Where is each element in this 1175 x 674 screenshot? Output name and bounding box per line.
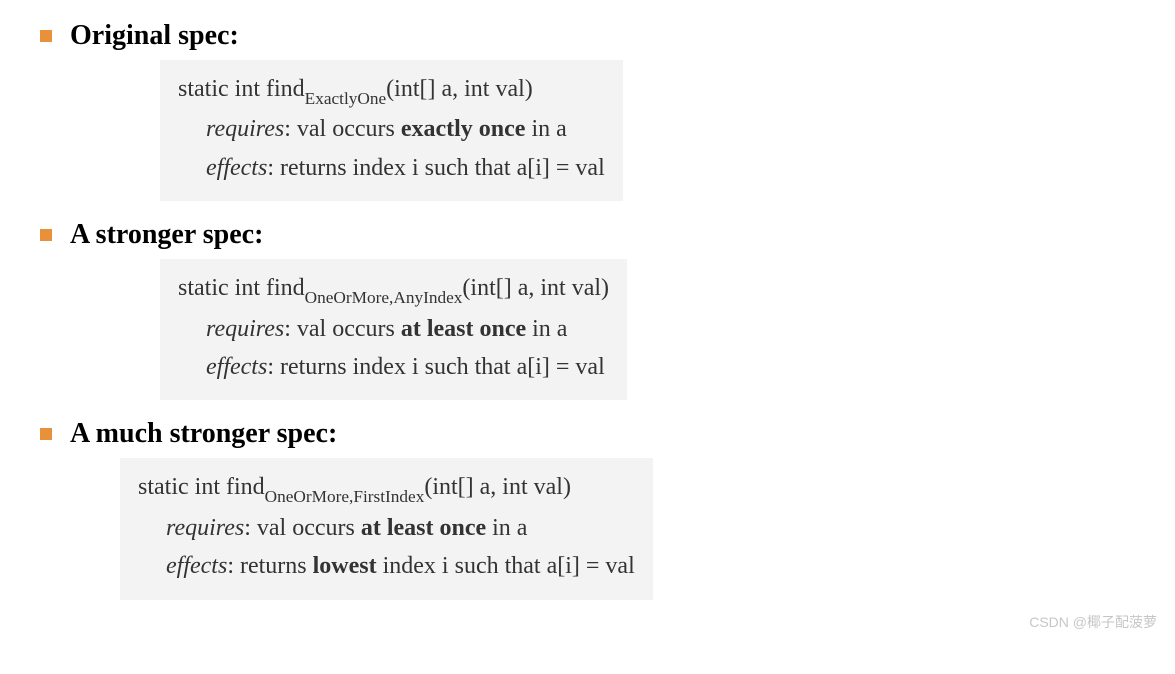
bullet-row: A much stronger spec: bbox=[40, 418, 1135, 450]
bullet-row: A stronger spec: bbox=[40, 219, 1135, 251]
sig-prefix: static int find bbox=[178, 76, 305, 102]
effects-post: index i such that a[i] = val bbox=[377, 553, 635, 579]
effects-pre: : returns bbox=[267, 354, 352, 380]
sig-subscript: OneOrMore,FirstIndex bbox=[265, 487, 425, 506]
sig-subscript: ExactlyOne bbox=[305, 89, 387, 108]
sig-suffix: (int[] a, int val) bbox=[386, 76, 533, 102]
sig-suffix: (int[] a, int val) bbox=[424, 474, 571, 500]
signature-line: static int findExactlyOne(int[] a, int v… bbox=[178, 70, 605, 110]
effects-label: effects bbox=[206, 155, 267, 181]
bullet-icon bbox=[40, 428, 52, 440]
section-heading: A stronger spec: bbox=[70, 219, 263, 251]
section-heading: Original spec: bbox=[70, 20, 239, 52]
signature-line: static int findOneOrMore,FirstIndex(int[… bbox=[138, 468, 635, 508]
requires-post: in a bbox=[525, 116, 566, 142]
effects-line: effects: returns index i such that a[i] … bbox=[178, 149, 605, 187]
code-block: static int findOneOrMore,FirstIndex(int[… bbox=[120, 458, 653, 599]
effects-pre: : returns bbox=[267, 155, 352, 181]
requires-label: requires bbox=[206, 316, 284, 342]
effects-bold: lowest bbox=[313, 553, 377, 579]
effects-line: effects: returns lowest index i such tha… bbox=[138, 547, 635, 585]
sig-prefix: static int find bbox=[138, 474, 265, 500]
effects-label: effects bbox=[166, 553, 227, 579]
requires-line: requires: val occurs at least once in a bbox=[138, 509, 635, 547]
requires-post: in a bbox=[526, 316, 567, 342]
section-heading: A much stronger spec: bbox=[70, 418, 337, 450]
sig-prefix: static int find bbox=[178, 275, 305, 301]
sig-subscript: OneOrMore,AnyIndex bbox=[305, 288, 463, 307]
effects-line: effects: returns index i such that a[i] … bbox=[178, 348, 609, 386]
effects-label: effects bbox=[206, 354, 267, 380]
spec-section: A stronger spec: static int findOneOrMore… bbox=[40, 219, 1135, 400]
requires-pre: : val occurs bbox=[244, 515, 361, 541]
requires-post: in a bbox=[486, 515, 527, 541]
sig-suffix: (int[] a, int val) bbox=[462, 275, 609, 301]
spec-section: Original spec: static int findExactlyOne(… bbox=[40, 20, 1135, 201]
bullet-row: Original spec: bbox=[40, 20, 1135, 52]
requires-pre: : val occurs bbox=[284, 116, 401, 142]
requires-label: requires bbox=[166, 515, 244, 541]
requires-pre: : val occurs bbox=[284, 316, 401, 342]
requires-bold: exactly once bbox=[401, 116, 526, 142]
code-block: static int findOneOrMore,AnyIndex(int[] … bbox=[160, 259, 627, 400]
spec-section: A much stronger spec: static int findOneO… bbox=[40, 418, 1135, 599]
effects-pre: : returns bbox=[227, 553, 312, 579]
watermark: CSDN @椰子配菠萝 bbox=[1029, 612, 1157, 632]
effects-post: index i such that a[i] = val bbox=[353, 155, 605, 181]
bullet-icon bbox=[40, 30, 52, 42]
signature-line: static int findOneOrMore,AnyIndex(int[] … bbox=[178, 269, 609, 309]
bullet-icon bbox=[40, 229, 52, 241]
requires-label: requires bbox=[206, 116, 284, 142]
code-block: static int findExactlyOne(int[] a, int v… bbox=[160, 60, 623, 201]
requires-line: requires: val occurs exactly once in a bbox=[178, 110, 605, 148]
effects-post: index i such that a[i] = val bbox=[353, 354, 605, 380]
requires-bold: at least once bbox=[361, 515, 486, 541]
requires-line: requires: val occurs at least once in a bbox=[178, 310, 609, 348]
requires-bold: at least once bbox=[401, 316, 526, 342]
